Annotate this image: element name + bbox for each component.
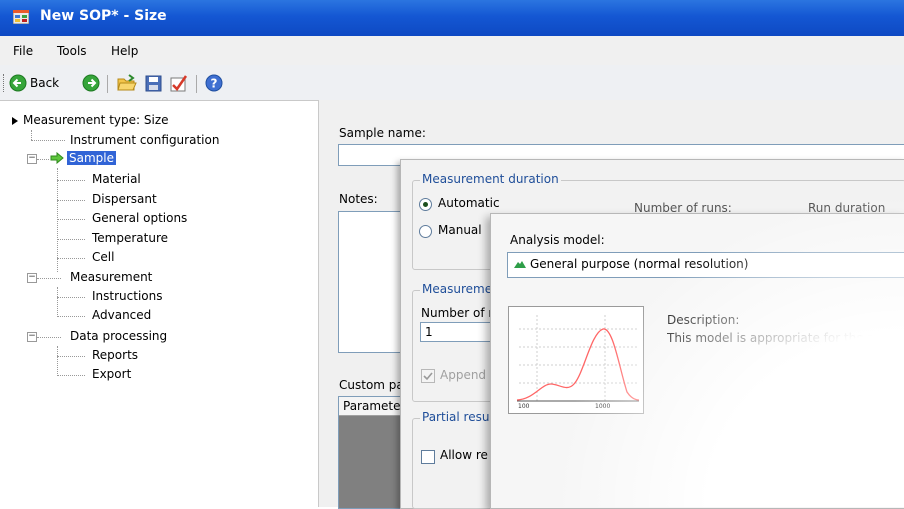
- tree-line: [37, 278, 61, 279]
- model-mountain-icon: [514, 261, 526, 268]
- thumb-tick-100: 100: [518, 403, 530, 410]
- tree-item-sample[interactable]: Sample: [67, 151, 116, 165]
- radio-selected-dot: [423, 202, 428, 207]
- open-folder-icon[interactable]: [117, 74, 137, 92]
- append-label: Append: [440, 368, 487, 382]
- allow-checkbox[interactable]: [421, 450, 435, 464]
- tree-line: [57, 168, 58, 272]
- menu-help[interactable]: Help: [111, 44, 138, 58]
- current-page-arrow-icon: [12, 117, 18, 125]
- tree-line: [57, 356, 85, 357]
- append-checkbox[interactable]: [421, 369, 435, 383]
- notes-label: Notes:: [339, 192, 378, 206]
- tree-item-reports[interactable]: Reports: [92, 348, 138, 362]
- manual-radio[interactable]: [419, 225, 432, 238]
- forward-arrow-icon[interactable]: [82, 74, 100, 92]
- tree-item-data-processing[interactable]: Data processing: [70, 329, 167, 343]
- tree-item-instrument-configuration[interactable]: Instrument configuration: [70, 133, 219, 147]
- measurement-duration-title: Measurement duration: [420, 172, 561, 186]
- partial-results-title: Partial resul: [420, 410, 495, 424]
- thumb-tick-1000: 1000: [595, 403, 611, 410]
- allow-label: Allow re: [440, 448, 488, 462]
- tree-line: [31, 140, 65, 141]
- custom-params-grid[interactable]: Parameter: [338, 396, 405, 509]
- tree-line: [57, 200, 85, 201]
- tree-item-temperature[interactable]: Temperature: [92, 231, 168, 245]
- tree-line: [57, 346, 58, 376]
- custom-params-label: Custom pa: [339, 378, 404, 392]
- automatic-radio[interactable]: [419, 198, 432, 211]
- tree-line: [37, 159, 49, 160]
- description-label: Description:: [667, 313, 740, 327]
- help-icon[interactable]: ?: [205, 74, 223, 92]
- tree-item-cell[interactable]: Cell: [92, 250, 114, 264]
- tree-line: [57, 219, 85, 220]
- analysis-model-dropdown[interactable]: General purpose (normal resolution): [507, 252, 904, 278]
- number-of-measurements-input[interactable]: 1: [420, 322, 500, 342]
- parameter-column-header[interactable]: Parameter: [339, 397, 405, 416]
- tree-line: [57, 258, 85, 259]
- menu-tools[interactable]: Tools: [57, 44, 87, 58]
- distribution-curve-graph: [516, 315, 640, 402]
- analysis-model-value: General purpose (normal resolution): [530, 257, 749, 271]
- tree-line: [57, 297, 85, 298]
- window-title: New SOP* - Size: [40, 8, 167, 24]
- description-text: This model is appropriate for the ma: [667, 331, 887, 345]
- manual-label: Manual: [438, 223, 482, 237]
- collapse-toggle[interactable]: −: [27, 154, 37, 164]
- tree-item-general-options[interactable]: General options: [92, 211, 187, 225]
- tree-line: [31, 130, 32, 140]
- tree-item-advanced[interactable]: Advanced: [92, 308, 151, 322]
- save-icon[interactable]: [145, 75, 162, 92]
- analysis-model-label: Analysis model:: [510, 233, 605, 247]
- back-button[interactable]: Back: [9, 73, 79, 95]
- automatic-label: Automatic: [438, 196, 500, 210]
- tree-root-measurement-type[interactable]: Measurement type: Size: [23, 113, 169, 127]
- tree-line: [57, 316, 85, 317]
- tree-item-instructions[interactable]: Instructions: [92, 289, 162, 303]
- green-arrow-icon: [50, 152, 64, 164]
- number-of-measurements-label: Number of r: [421, 306, 494, 320]
- tree-item-material[interactable]: Material: [92, 172, 141, 186]
- tree-line: [57, 239, 85, 240]
- toolbar-separator: [107, 75, 108, 93]
- tree-line: [57, 375, 85, 376]
- tree-item-export[interactable]: Export: [92, 367, 131, 381]
- tree-line: [57, 180, 85, 181]
- edit-check-icon[interactable]: [170, 74, 188, 92]
- menu-file[interactable]: File: [13, 44, 33, 58]
- tree-line: [57, 287, 58, 317]
- distribution-thumbnail: 100 1000: [508, 306, 644, 414]
- tree-item-measurement[interactable]: Measurement: [70, 270, 152, 284]
- collapse-toggle[interactable]: −: [27, 332, 37, 342]
- measurements-title: Measureme: [420, 282, 495, 296]
- collapse-toggle[interactable]: −: [27, 273, 37, 283]
- tree-line: [37, 337, 61, 338]
- svg-text:?: ?: [211, 77, 218, 91]
- sample-name-label: Sample name:: [339, 126, 426, 140]
- app-icon: [13, 10, 29, 24]
- back-arrow-icon: [9, 74, 27, 92]
- back-label: Back: [30, 76, 60, 90]
- notes-textarea[interactable]: [338, 211, 404, 353]
- toolbar-separator: [196, 75, 197, 93]
- navigation-tree: [4, 110, 316, 500]
- check-icon: [423, 372, 433, 381]
- toolbar-grip: [3, 74, 6, 92]
- tree-item-dispersant[interactable]: Dispersant: [92, 192, 157, 206]
